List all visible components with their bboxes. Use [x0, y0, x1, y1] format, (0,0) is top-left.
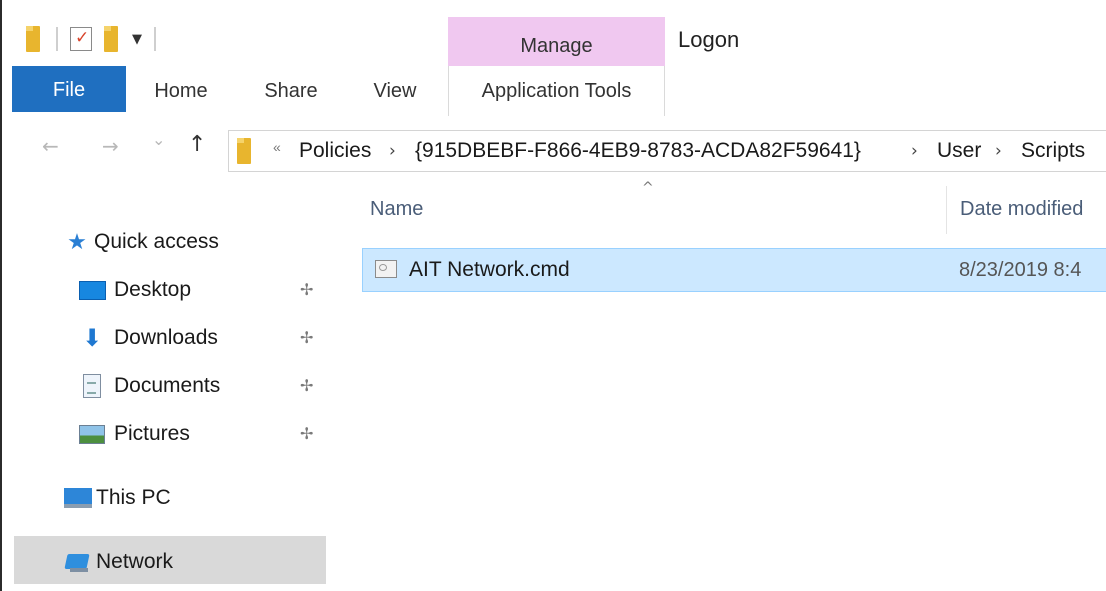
tab-home[interactable]: Home: [150, 66, 212, 116]
script-file-icon: [375, 260, 397, 278]
back-arrow-icon[interactable]: ←: [42, 134, 59, 158]
toolbar-separator: [154, 27, 156, 51]
tab-application-tools[interactable]: Application Tools: [448, 66, 665, 117]
pin-icon[interactable]: ✢: [300, 280, 313, 299]
window-title: Logon: [678, 27, 740, 52]
tab-file[interactable]: File: [12, 66, 126, 112]
customize-toolbar-dropdown-icon[interactable]: ▼: [132, 32, 142, 47]
nav-label: Desktop: [114, 278, 192, 301]
downloads-icon: ⬇: [81, 324, 103, 352]
new-folder-icon[interactable]: [102, 26, 122, 52]
nav-quick-access[interactable]: ★ Quick access: [64, 220, 219, 264]
overflow-crumbs-button[interactable]: «: [273, 139, 281, 155]
pictures-icon: [78, 421, 106, 447]
navigation-bar: ← → ⌄ ↑ « Policies › {915DBEBF-F866-4EB9…: [2, 116, 1106, 182]
breadcrumb-policies[interactable]: Policies: [299, 139, 371, 163]
computer-icon: [64, 485, 92, 511]
pin-icon[interactable]: ✢: [300, 328, 313, 347]
chevron-right-icon[interactable]: ›: [995, 141, 1002, 161]
recent-locations-chevron-down-icon[interactable]: ⌄: [152, 130, 165, 149]
manage-context-tab-group: Manage: [448, 17, 665, 67]
file-date-modified: 8/23/2019 8:4: [959, 259, 1082, 281]
column-header-name[interactable]: Name: [370, 198, 423, 221]
tab-view[interactable]: View: [368, 66, 422, 116]
manage-label: Manage: [520, 35, 593, 57]
breadcrumb-guid[interactable]: {915DBEBF-F866-4EB9-8783-ACDA82F59641}: [415, 139, 861, 163]
forward-arrow-icon[interactable]: →: [102, 134, 119, 158]
address-bar[interactable]: « Policies › {915DBEBF-F866-4EB9-8783-AC…: [228, 130, 1106, 172]
pin-icon[interactable]: ✢: [300, 424, 313, 443]
star-icon: ★: [67, 229, 87, 255]
pin-icon[interactable]: ✢: [300, 376, 313, 395]
nav-item-pictures[interactable]: Pictures: [78, 412, 190, 456]
nav-label: Documents: [114, 374, 221, 397]
nav-network[interactable]: Network: [64, 540, 173, 584]
title-bar: ▼ Manage Logon: [2, 0, 1106, 67]
nav-item-downloads[interactable]: ⬇ Downloads: [78, 316, 218, 360]
breadcrumb-user[interactable]: User: [937, 139, 981, 163]
properties-icon[interactable]: [70, 27, 92, 51]
nav-this-pc[interactable]: This PC: [64, 476, 171, 520]
toolbar-separator: [56, 27, 58, 51]
quick-access-toolbar: ▼: [24, 22, 168, 56]
ribbon-tabs: File Home Share View Application Tools: [2, 66, 1106, 117]
nav-item-desktop[interactable]: Desktop: [78, 268, 191, 312]
documents-icon: [78, 373, 106, 399]
up-arrow-icon[interactable]: ↑: [188, 132, 206, 157]
breadcrumb-scripts[interactable]: Scripts: [1021, 139, 1085, 163]
file-row-selected[interactable]: AIT Network.cmd 8/23/2019 8:4: [362, 248, 1106, 292]
folder-icon: [24, 26, 44, 52]
explorer-window: ▼ Manage Logon File Home Share View Appl…: [0, 0, 1106, 591]
navigation-pane: ★ Quick access Desktop ✢ ⬇ Downloads ✢ D…: [2, 182, 332, 591]
file-name: AIT Network.cmd: [409, 258, 570, 281]
tab-share[interactable]: Share: [260, 66, 322, 116]
column-header-date-modified[interactable]: Date modified: [960, 198, 1083, 221]
nav-label: Pictures: [114, 422, 190, 445]
chevron-right-icon[interactable]: ›: [389, 141, 396, 161]
nav-label: This PC: [96, 486, 171, 509]
network-icon: [64, 549, 92, 575]
chevron-right-icon[interactable]: ›: [911, 141, 918, 161]
nav-label: Quick access: [94, 230, 219, 253]
nav-label: Network: [96, 550, 174, 573]
nav-item-documents[interactable]: Documents: [78, 364, 220, 408]
desktop-icon: [78, 277, 106, 303]
folder-icon: [235, 138, 255, 164]
nav-label: Downloads: [114, 326, 218, 349]
column-divider[interactable]: [946, 186, 947, 234]
sort-ascending-icon: ^: [642, 180, 654, 196]
